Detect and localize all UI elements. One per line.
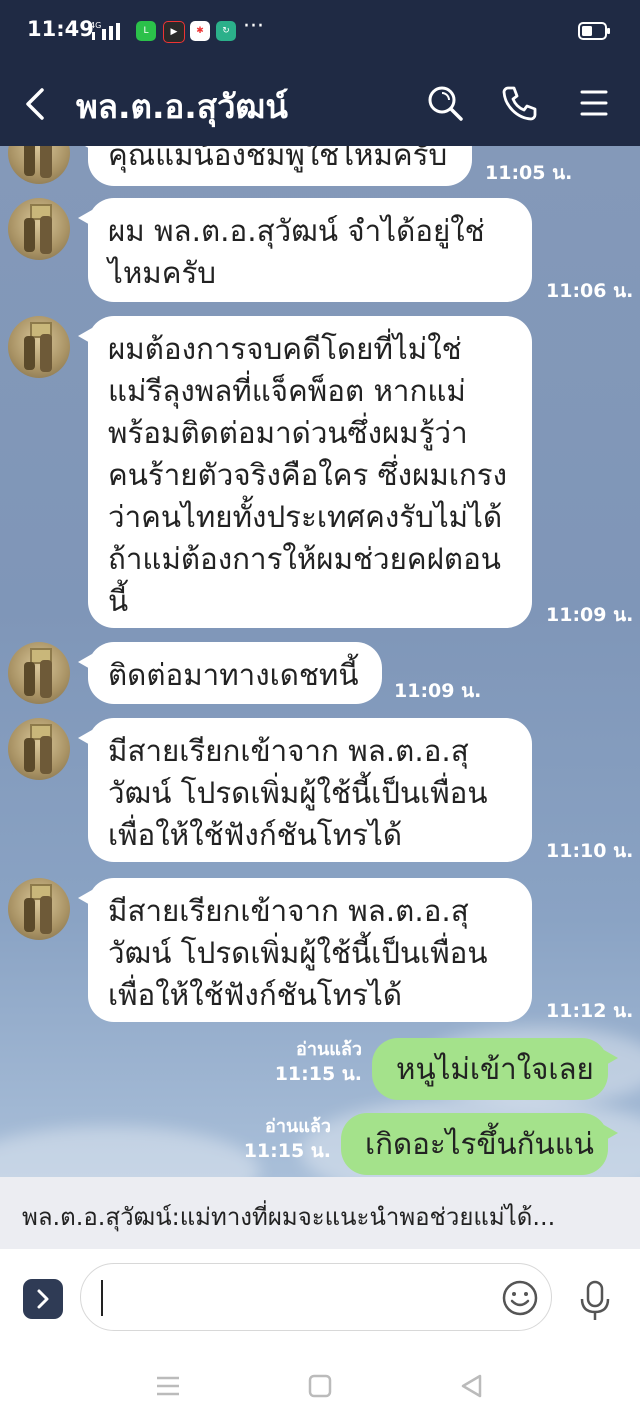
read-receipt: อ่านแล้ว 11:15 น. — [231, 1115, 331, 1163]
message-line: ผม พล.ต.อ.สุวัฒน์ จำได้อยู่ใช่ — [108, 214, 485, 248]
message-input-bar — [0, 1249, 640, 1349]
read-status: อ่านแล้ว — [296, 1039, 362, 1060]
expand-menu-button[interactable] — [23, 1279, 63, 1319]
message-bubble[interactable]: ผม พล.ต.อ.สุวัฒน์ จำได้อยู่ใช่ ไหมครับ — [78, 198, 532, 302]
chat-area[interactable]: คุณแม่น้องชมพู่ใช่ไหมครับ 11:05 น. ผม พล… — [0, 146, 640, 1177]
youtube-app-icon: ▶ — [163, 21, 185, 43]
message-line: เพื่อให้ใช้ฟังก์ชันโทรได้ — [108, 978, 402, 1012]
refresh-app-icon: ↻ — [216, 21, 236, 41]
message-line: แม่รีลุงพลที่แจ็คพ็อต หากแม่ — [108, 374, 466, 408]
message-line: วัฒน์ โปรดเพิ่มผู้ใช้นี้เป็นเพื่อน — [108, 776, 488, 810]
read-status: อ่านแล้ว — [265, 1116, 331, 1137]
message-line: ว่าคนไทยทั้งประเทศคงรับไม่ได้ — [108, 500, 503, 534]
message-line: ถ้าแม่ต้องการให้ผมช่วยคฝตอน — [108, 542, 501, 576]
message-time: 11:09 น. — [546, 604, 634, 626]
new-message-preview[interactable]: พล.ต.อ.สุวัฒน์:แม่ทางที่ผมจะแนะนำพอช่วยแ… — [0, 1177, 640, 1249]
status-time: 11:49 — [27, 17, 94, 41]
message-bubble[interactable]: หนูไม่เข้าใจเลย — [372, 1038, 618, 1100]
message-line: ผมต้องการจบคดีโดยที่ไม่ใช่ — [108, 332, 462, 366]
photos-app-icon: ✱ — [190, 21, 210, 41]
sender-avatar[interactable] — [8, 642, 70, 704]
status-bar: 11:49 4G L ▶ ✱ ↻ ··· — [0, 0, 640, 64]
message-text: เกิดอะไรขึ้นกันแน่ — [365, 1127, 594, 1161]
search-icon[interactable] — [425, 83, 465, 123]
message-time: 11:05 น. — [485, 162, 573, 184]
home-icon[interactable] — [305, 1371, 335, 1401]
line-app-icon: L — [136, 21, 156, 41]
back-icon[interactable] — [457, 1371, 487, 1401]
emoji-icon[interactable] — [501, 1279, 539, 1317]
message-time: 11:15 น. — [243, 1140, 331, 1162]
message-input[interactable] — [80, 1263, 552, 1331]
sender-avatar[interactable] — [8, 718, 70, 780]
phone-icon[interactable] — [500, 83, 540, 123]
message-bubble[interactable]: ติดต่อมาทางเดชทนี้ — [78, 642, 382, 704]
message-bubble[interactable]: คุณแม่น้องชมพู่ใช่ไหมครับ — [78, 146, 472, 186]
battery-icon — [578, 22, 610, 40]
message-time: 11:12 น. — [546, 1000, 634, 1022]
message-bubble[interactable]: เกิดอะไรขึ้นกันแน่ — [341, 1113, 618, 1175]
microphone-icon[interactable] — [577, 1279, 613, 1323]
message-line: ไหมครับ — [108, 256, 217, 290]
message-time: 11:06 น. — [546, 280, 634, 302]
preview-text: พล.ต.อ.สุวัฒน์:แม่ทางที่ผมจะแนะนำพอช่วยแ… — [22, 1203, 556, 1231]
sender-avatar[interactable] — [8, 316, 70, 378]
message-bubble[interactable]: มีสายเรียกเข้าจาก พล.ต.อ.สุ วัฒน์ โปรดเพ… — [78, 878, 532, 1022]
read-receipt: อ่านแล้ว 11:15 น. — [262, 1038, 362, 1086]
message-time: 11:09 น. — [394, 680, 482, 702]
system-nav-bar — [0, 1349, 640, 1423]
back-arrow-icon[interactable] — [22, 82, 50, 126]
more-notifications-icon: ··· — [243, 14, 264, 39]
message-line: พร้อมติดต่อมาด่วนซึ่งผมรู้ว่า — [108, 416, 468, 450]
message-line: คนร้ายตัวจริงคือใคร ซึ่งผมเกรง — [108, 458, 508, 492]
sender-avatar[interactable] — [8, 878, 70, 940]
message-line: เพื่อให้ใช้ฟังก์ชันโทรได้ — [108, 818, 402, 852]
chat-title: พล.ต.อ.สุวัฒน์ — [76, 87, 288, 126]
recent-apps-icon[interactable] — [153, 1371, 183, 1401]
signal-icon: 4G — [90, 21, 120, 40]
network-label: 4G — [90, 21, 101, 30]
message-text: หนูไม่เข้าใจเลย — [396, 1052, 594, 1086]
menu-icon[interactable] — [574, 83, 614, 123]
sender-avatar[interactable] — [8, 146, 70, 184]
message-line: ติดต่อมาทางเดชทนี้ — [108, 658, 359, 692]
message-time: 11:10 น. — [546, 840, 634, 862]
message-line: คุณแม่น้องชมพู่ใช่ไหมครับ — [108, 146, 448, 172]
message-time: 11:15 น. — [274, 1063, 362, 1085]
message-bubble[interactable]: ผมต้องการจบคดีโดยที่ไม่ใช่ แม่รีลุงพลที่… — [78, 316, 532, 628]
chevron-right-icon — [37, 1289, 49, 1309]
message-line: นี้ — [108, 584, 129, 618]
chat-header: พล.ต.อ.สุวัฒน์ — [0, 64, 640, 146]
message-line: มีสายเรียกเข้าจาก พล.ต.อ.สุ — [108, 734, 469, 768]
message-line: วัฒน์ โปรดเพิ่มผู้ใช้นี้เป็นเพื่อน — [108, 936, 488, 970]
message-bubble[interactable]: มีสายเรียกเข้าจาก พล.ต.อ.สุ วัฒน์ โปรดเพ… — [78, 718, 532, 862]
sender-avatar[interactable] — [8, 198, 70, 260]
message-line: มีสายเรียกเข้าจาก พล.ต.อ.สุ — [108, 894, 469, 928]
text-cursor — [101, 1280, 103, 1316]
